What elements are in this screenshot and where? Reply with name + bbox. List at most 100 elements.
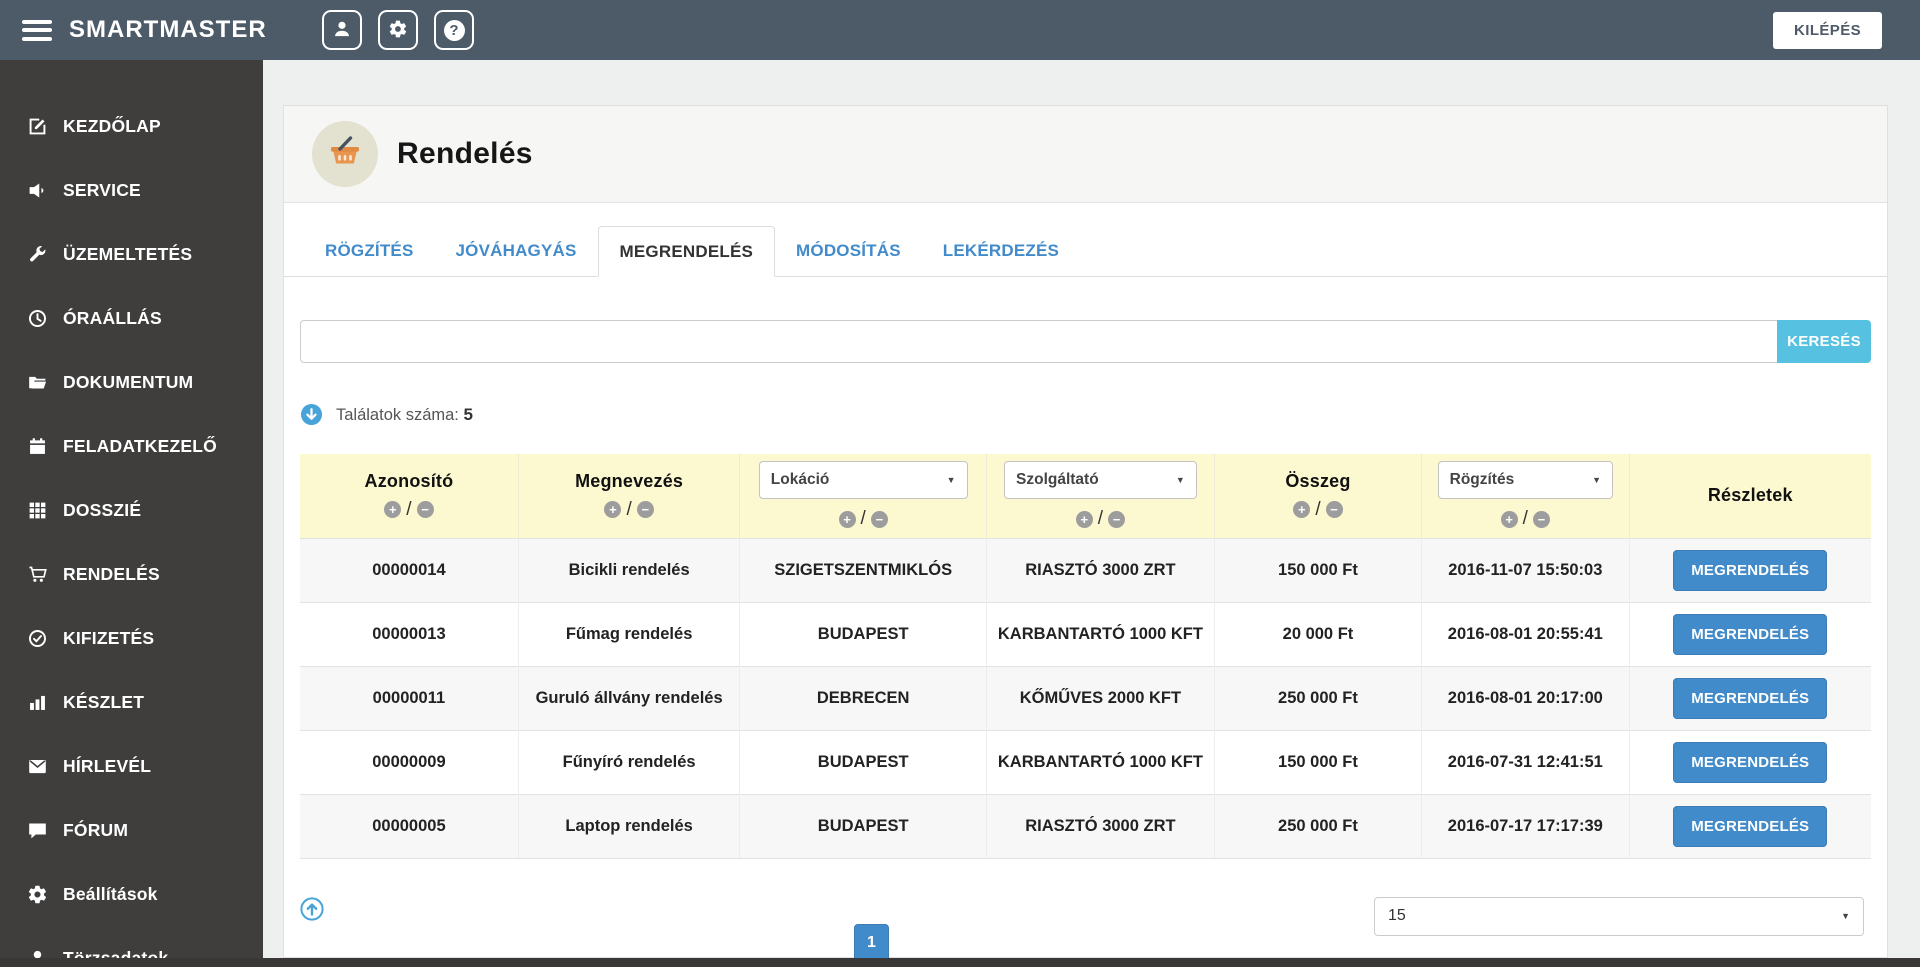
order-location-cell: DEBRECEN — [739, 665, 987, 730]
sort-desc-button[interactable]: − — [1325, 501, 1343, 519]
col-header-megnevezes: Megnevezés + / − — [517, 454, 740, 538]
sort-desc-button[interactable]: − — [636, 501, 654, 519]
clock-icon — [27, 308, 48, 329]
sidebar-item-dosszie[interactable]: DOSSZIÉ — [0, 478, 263, 542]
order-location-cell: BUDAPEST — [739, 729, 987, 794]
tab-lekerdezes[interactable]: LEKÉRDEZÉS — [922, 226, 1080, 277]
app-title: SMARTMASTER — [69, 16, 267, 43]
orders-table: Azonosító + / − Megnevezés + / − Lokáció ▼ + /… — [300, 454, 1871, 859]
order-recorded-cell: 2016-07-31 12:41:51 — [1421, 729, 1629, 794]
topbar: SMARTMASTER ? KILÉPÉS — [0, 0, 1920, 60]
table-row: 00000014 Bicikli rendelés SZIGETSZENTMIK… — [300, 537, 1871, 602]
sidebar-item-service[interactable]: SERVICE — [0, 158, 263, 222]
szolgaltato-filter-select[interactable]: Szolgáltató ▼ — [1004, 461, 1197, 500]
sort-asc-button[interactable]: + — [384, 501, 402, 519]
order-provider-cell: KŐMŰVES 2000 KFT — [986, 665, 1215, 730]
table-header-row: Azonosító + / − Megnevezés + / − Lokáció ▼ + /… — [300, 454, 1871, 538]
col-header-lokacio: Lokáció ▼ + / − — [739, 454, 987, 538]
envelope-icon — [27, 756, 48, 777]
tab-jovahagyas[interactable]: JÓVÁHAGYÁS — [435, 226, 598, 277]
megrendeles-button[interactable]: MEGRENDELÉS — [1673, 549, 1828, 591]
rogzites-filter-select[interactable]: Rögzítés ▼ — [1437, 461, 1614, 500]
order-id-cell: 00000014 — [300, 537, 519, 602]
col-header-szolgaltato: Szolgáltató ▼ + / − — [986, 454, 1215, 538]
order-location-cell: BUDAPEST — [739, 793, 987, 859]
sidebar-item-kifizetes[interactable]: KIFIZETÉS — [0, 606, 263, 670]
chevron-down-icon: ▼ — [1592, 475, 1602, 486]
table-row: 00000013 Fűmag rendelés BUDAPEST KARBANT… — [300, 601, 1871, 666]
sort-desc-button[interactable]: − — [416, 501, 434, 519]
gear-icon — [27, 884, 48, 905]
logout-button[interactable]: KILÉPÉS — [1773, 11, 1882, 49]
sort-asc-button[interactable]: + — [838, 510, 856, 528]
search-bar: KERESÉS — [300, 320, 1871, 363]
chevron-down-icon: ▼ — [1841, 911, 1850, 921]
tab-megrendeles[interactable]: MEGRENDELÉS — [597, 226, 776, 277]
order-name-cell: Bicikli rendelés — [517, 537, 740, 602]
megrendeles-button[interactable]: MEGRENDELÉS — [1673, 613, 1828, 655]
order-id-cell: 00000009 — [300, 729, 519, 794]
order-recorded-cell: 2016-07-17 17:17:39 — [1421, 793, 1629, 859]
sidebar-item-dokumentum[interactable]: DOKUMENTUM — [0, 350, 263, 414]
cart-icon — [27, 564, 48, 585]
order-id-cell: 00000005 — [300, 793, 519, 859]
megrendeles-button[interactable]: MEGRENDELÉS — [1673, 805, 1828, 847]
sort-asc-button[interactable]: + — [1500, 510, 1518, 528]
results-count-text: Találatok száma: 5 — [336, 404, 473, 424]
sidebar: KEZDŐLAP SERVICE ÜZEMELTETÉS ÓRAÁLLÁS DO… — [0, 60, 263, 967]
tab-bar: RÖGZÍTÉS JÓVÁHAGYÁS MEGRENDELÉS MÓDOSÍTÁ… — [284, 226, 1887, 277]
user-icon — [332, 19, 352, 42]
page-title: Rendelés — [397, 137, 533, 170]
sort-desc-button[interactable]: − — [1108, 510, 1126, 528]
order-action-cell: MEGRENDELÉS — [1628, 729, 1871, 794]
collapse-down-icon[interactable] — [300, 403, 323, 426]
calendar-icon — [27, 436, 48, 457]
sidebar-item-keszlet[interactable]: KÉSZLET — [0, 670, 263, 734]
lokacio-filter-select[interactable]: Lokáció ▼ — [758, 461, 968, 500]
sort-asc-button[interactable]: + — [604, 501, 622, 519]
sort-asc-button[interactable]: + — [1293, 501, 1311, 519]
table-row: 00000011 Guruló állvány rendelés DEBRECE… — [300, 665, 1871, 730]
scroll-top-icon[interactable] — [300, 896, 324, 921]
table-footer: 1 15 ▼ — [300, 896, 1864, 967]
page-size-select[interactable]: 15 ▼ — [1374, 896, 1864, 936]
sidebar-item-beallitasok[interactable]: Beállítások — [0, 862, 263, 926]
sidebar-item-hirlevel[interactable]: HÍRLEVÉL — [0, 734, 263, 798]
sidebar-item-kezdolap[interactable]: KEZDŐLAP — [0, 94, 263, 158]
order-recorded-cell: 2016-08-01 20:17:00 — [1421, 665, 1629, 730]
settings-button[interactable] — [378, 10, 418, 50]
megrendeles-button[interactable]: MEGRENDELÉS — [1673, 677, 1828, 719]
user-button[interactable] — [322, 10, 362, 50]
megrendeles-button[interactable]: MEGRENDELÉS — [1673, 741, 1828, 783]
menu-toggle-button[interactable] — [22, 19, 52, 41]
help-button[interactable]: ? — [434, 10, 474, 50]
sidebar-item-feladatkezelo[interactable]: FELADATKEZELŐ — [0, 414, 263, 478]
chevron-down-icon: ▼ — [946, 475, 956, 486]
results-count: 5 — [463, 404, 473, 424]
sort-asc-button[interactable]: + — [1075, 510, 1093, 528]
check-circle-icon — [27, 628, 48, 649]
sidebar-item-rendeles[interactable]: RENDELÉS — [0, 542, 263, 606]
search-button[interactable]: KERESÉS — [1777, 320, 1871, 363]
order-action-cell: MEGRENDELÉS — [1628, 665, 1871, 730]
sidebar-item-forum[interactable]: FÓRUM — [0, 798, 263, 862]
col-header-reszletek: Részletek — [1628, 454, 1871, 538]
tab-rogzites[interactable]: RÖGZÍTÉS — [304, 226, 435, 277]
pagination-page-1[interactable]: 1 — [854, 923, 889, 963]
table-row: 00000005 Laptop rendelés BUDAPEST RIASZT… — [300, 793, 1871, 859]
tab-modositas[interactable]: MÓDOSÍTÁS — [775, 226, 922, 277]
megaphone-icon — [27, 180, 48, 201]
order-name-cell: Fűmag rendelés — [517, 601, 740, 666]
bottom-strip — [0, 958, 1920, 967]
panel-header: Rendelés — [284, 106, 1887, 203]
sidebar-item-oraallas[interactable]: ÓRAÁLLÁS — [0, 286, 263, 350]
folder-icon — [27, 372, 48, 393]
search-input[interactable] — [300, 320, 1777, 363]
sidebar-item-uzemeltetes[interactable]: ÜZEMELTETÉS — [0, 222, 263, 286]
sort-desc-button[interactable]: − — [870, 510, 888, 528]
order-name-cell: Fűnyíró rendelés — [517, 729, 740, 794]
sort-desc-button[interactable]: − — [1532, 510, 1550, 528]
order-id-cell: 00000013 — [300, 601, 519, 666]
order-provider-cell: KARBANTARTÓ 1000 KFT — [986, 729, 1215, 794]
basket-icon — [312, 121, 378, 187]
